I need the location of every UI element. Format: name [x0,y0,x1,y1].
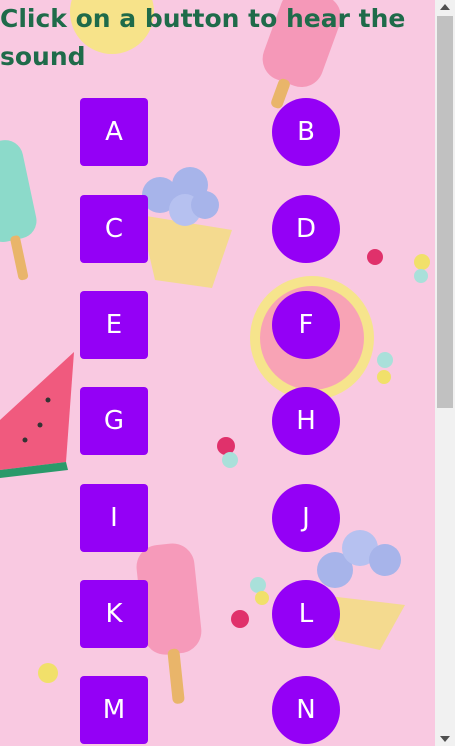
sound-button-e[interactable]: E [80,291,148,359]
vertical-scrollbar[interactable] [435,0,455,746]
sound-button-j[interactable]: J [272,484,340,552]
sound-button-d[interactable]: D [272,195,340,263]
sound-button-k[interactable]: K [80,580,148,648]
background-illustration [0,0,430,704]
page-title: Click on a button to hear the sound [0,4,406,71]
sound-button-h[interactable]: H [272,387,340,455]
scroll-down-arrow-icon[interactable] [440,736,450,742]
sound-button-c[interactable]: C [80,195,148,263]
sound-button-i[interactable]: I [80,484,148,552]
sound-button-m[interactable]: M [80,676,148,744]
sound-button-n[interactable]: N [272,676,340,744]
scroll-up-arrow-icon[interactable] [440,4,450,10]
sound-button-l[interactable]: L [272,580,340,648]
sound-button-g[interactable]: G [80,387,148,455]
sound-button-f[interactable]: F [272,291,340,359]
scrollbar-thumb[interactable] [437,16,453,408]
sound-button-a[interactable]: A [80,98,148,166]
sound-button-b[interactable]: B [272,98,340,166]
